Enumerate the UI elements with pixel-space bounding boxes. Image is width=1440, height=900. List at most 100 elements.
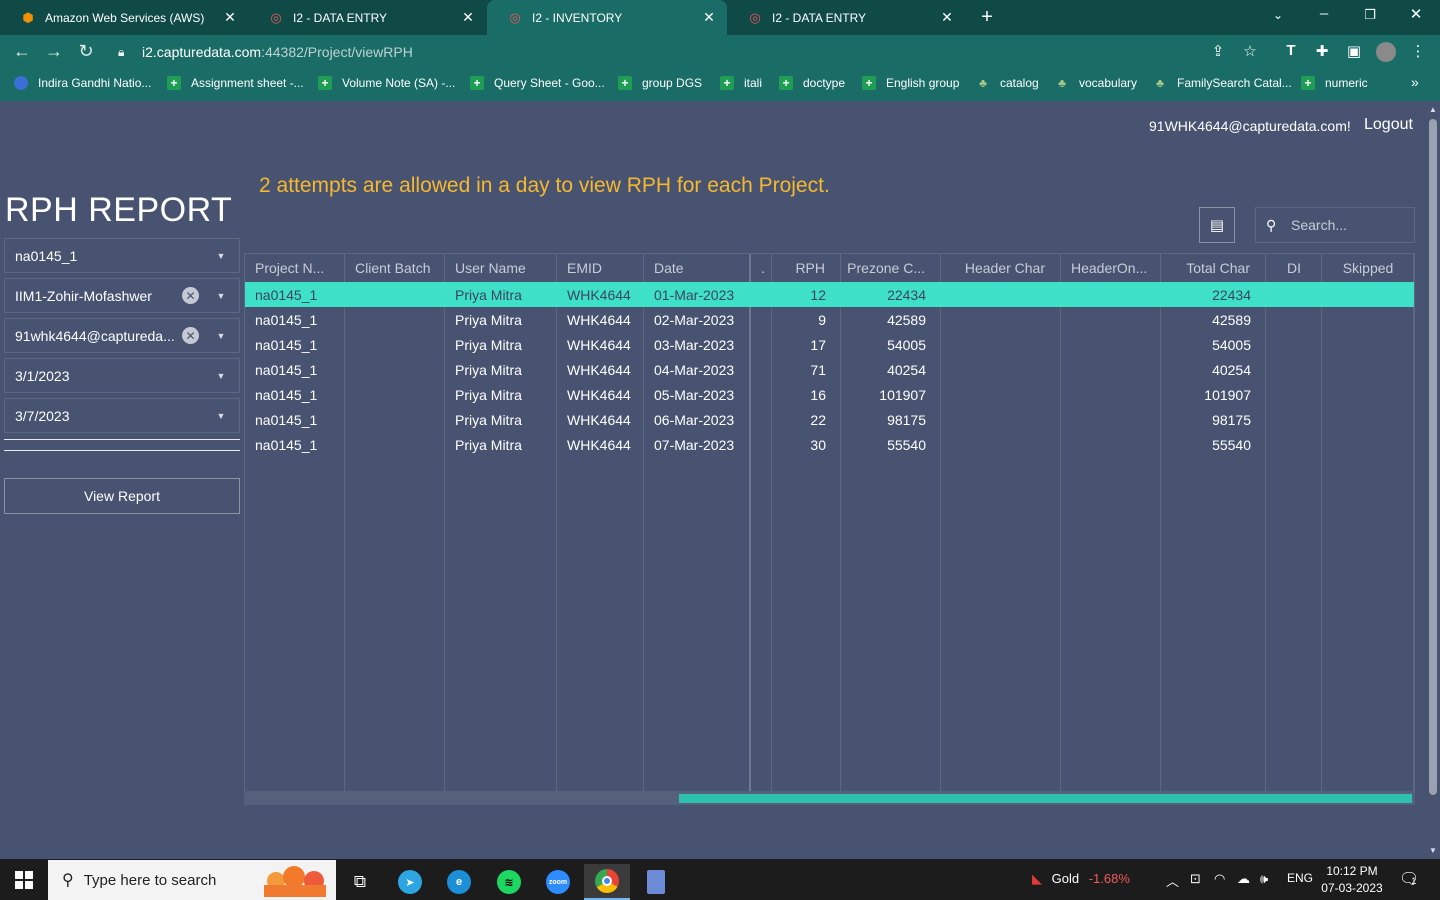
- spotify-icon[interactable]: ≋: [486, 864, 532, 900]
- onedrive-icon[interactable]: ☁: [1237, 871, 1250, 887]
- bookmark-item[interactable]: Indira Gandhi Natio...: [14, 76, 151, 90]
- sidepanel-icon[interactable]: ▣: [1344, 42, 1364, 60]
- logout-link[interactable]: Logout: [1364, 116, 1413, 134]
- clear-icon[interactable]: ✕: [182, 327, 199, 344]
- scroll-thumb[interactable]: [1429, 119, 1437, 795]
- sheets-icon: +: [167, 76, 181, 90]
- table-row[interactable]: na0145_1 Priya Mitra WHK4644 07-Mar-2023 30 5…: [245, 432, 1414, 457]
- clear-icon[interactable]: ✕: [182, 287, 199, 304]
- calculator-icon[interactable]: [633, 864, 679, 900]
- address-bar[interactable]: 🔒︎ i2.capturedata.com:44382/Project/view…: [104, 38, 1269, 66]
- zoom-icon[interactable]: zoom: [535, 864, 581, 900]
- telegram-icon[interactable]: ➤: [387, 864, 433, 900]
- to-date-picker[interactable]: 3/7/2023 ▼: [4, 398, 240, 433]
- column-header[interactable]: Project N...: [255, 254, 345, 281]
- column-header[interactable]: Skipped: [1322, 254, 1414, 281]
- menu-icon[interactable]: ⋮: [1408, 42, 1428, 60]
- notification-icon[interactable]: 🗨︎1: [1399, 869, 1419, 889]
- new-tab-icon[interactable]: +: [976, 6, 998, 29]
- column-header[interactable]: .: [761, 254, 772, 281]
- column-header[interactable]: Date: [654, 254, 751, 281]
- bookmark-star-icon[interactable]: ☆: [1240, 42, 1260, 60]
- share-icon[interactable]: ⇪: [1208, 42, 1228, 60]
- bookmark-item[interactable]: + numeric: [1301, 76, 1368, 90]
- gold-widget[interactable]: ◣ Gold -1.68%: [1032, 871, 1130, 887]
- page-title: RPH REPORT: [5, 191, 233, 229]
- search-input[interactable]: [1291, 217, 1411, 233]
- vertical-scrollbar[interactable]: ▲ ▼: [1426, 101, 1440, 859]
- table-row[interactable]: na0145_1 Priya Mitra WHK4644 05-Mar-2023 16 1…: [245, 382, 1414, 407]
- table-row[interactable]: na0145_1 Priya Mitra WHK4644 02-Mar-2023 9 42…: [245, 307, 1414, 332]
- column-header[interactable]: Header Char: [941, 254, 1045, 281]
- bookmark-item[interactable]: ♣ FamilySearch Catal...: [1153, 76, 1292, 90]
- language-indicator[interactable]: ENG: [1287, 871, 1313, 885]
- wifi-icon[interactable]: ◠: [1214, 871, 1225, 887]
- horizontal-scrollbar[interactable]: [244, 791, 1415, 805]
- close-tab-icon[interactable]: ✕: [701, 9, 717, 25]
- column-header[interactable]: Prezone C...: [841, 254, 925, 281]
- bookmark-item[interactable]: + group DGS: [618, 76, 702, 90]
- tab-data-entry-1[interactable]: ◎ I2 - DATA ENTRY ✕: [248, 0, 486, 35]
- system-clock[interactable]: 10:12 PM 07-03-2023: [1318, 863, 1386, 897]
- avatar[interactable]: [1376, 42, 1396, 66]
- translate-extension-icon[interactable]: T: [1281, 42, 1301, 59]
- chevron-up-icon[interactable]: ︿: [1166, 871, 1179, 890]
- column-header[interactable]: Client Batch: [355, 254, 445, 281]
- bookmark-item[interactable]: + itali: [720, 76, 762, 90]
- export-excel-icon[interactable]: ▤: [1199, 207, 1235, 243]
- minimize-icon[interactable]: –: [1314, 5, 1334, 22]
- search-field[interactable]: ⚲: [1255, 207, 1415, 243]
- project-value: na0145_1: [15, 247, 78, 264]
- scroll-up-icon[interactable]: ▲: [1429, 105, 1437, 114]
- bookmark-item[interactable]: + Volume Note (SA) -...: [318, 76, 455, 90]
- column-header[interactable]: Total Char: [1161, 254, 1250, 281]
- view-report-button[interactable]: View Report: [4, 478, 240, 514]
- extensions-icon[interactable]: ✚: [1312, 42, 1332, 60]
- table-cell: [355, 382, 445, 407]
- tab-aws[interactable]: ⬢ Amazon Web Services (AWS) ✕: [0, 0, 248, 35]
- edge-icon[interactable]: e: [436, 864, 482, 900]
- table-row[interactable]: na0145_1 Priya Mitra WHK4644 03-Mar-2023 17 5…: [245, 332, 1414, 357]
- meet-icon[interactable]: ⊡: [1190, 871, 1201, 887]
- project-select[interactable]: na0145_1 ▼: [4, 238, 240, 273]
- table-row[interactable]: na0145_1 Priya Mitra WHK4644 04-Mar-2023 71 4…: [245, 357, 1414, 382]
- bookmarks-overflow-button[interactable]: »: [1411, 74, 1419, 90]
- bookmark-item[interactable]: ♣ vocabulary: [1055, 76, 1137, 90]
- table-row[interactable]: na0145_1 Priya Mitra WHK4644 06-Mar-2023 22 9…: [245, 407, 1414, 432]
- volume-icon[interactable]: 🕪︎: [1260, 871, 1268, 887]
- table-row[interactable]: na0145_1 Priya Mitra WHK4644 01-Mar-2023 12 2…: [245, 282, 1414, 307]
- forward-icon[interactable]: →: [43, 41, 65, 62]
- bookmark-item[interactable]: + English group: [862, 76, 959, 90]
- scroll-down-icon[interactable]: ▼: [1429, 846, 1437, 855]
- windows-start-icon[interactable]: [15, 871, 33, 889]
- bookmark-item[interactable]: ♣ catalog: [976, 76, 1039, 90]
- close-tab-icon[interactable]: ✕: [460, 9, 476, 25]
- column-header[interactable]: RPH: [772, 254, 825, 281]
- task-view-icon[interactable]: ⧉: [337, 864, 383, 900]
- column-header[interactable]: HeaderOn...: [1071, 254, 1161, 281]
- bookmark-item[interactable]: + Assignment sheet -...: [167, 76, 304, 90]
- close-tab-icon[interactable]: ✕: [222, 9, 238, 25]
- chrome-icon[interactable]: [584, 864, 630, 900]
- close-tab-icon[interactable]: ✕: [939, 9, 955, 25]
- bookmark-item[interactable]: + doctype: [779, 76, 845, 90]
- user-select[interactable]: 91whk4644@captureda... ✕ ▼: [4, 318, 240, 353]
- column-header[interactable]: EMID: [567, 254, 644, 281]
- table-cell: Priya Mitra: [455, 436, 522, 453]
- from-date-picker[interactable]: 3/1/2023 ▼: [4, 358, 240, 393]
- table-cell: [1332, 357, 1414, 382]
- bookmark-item[interactable]: + Query Sheet - Goo...: [470, 76, 605, 90]
- tab-inventory[interactable]: ◎ I2 - INVENTORY ✕: [487, 0, 727, 35]
- scroll-thumb[interactable]: [679, 794, 1412, 803]
- restore-icon[interactable]: ❐: [1360, 7, 1380, 23]
- back-icon[interactable]: ←: [11, 41, 33, 62]
- reload-icon[interactable]: ↻: [75, 41, 97, 62]
- taskbar-search[interactable]: ⚲ Type here to search: [48, 860, 336, 900]
- tab-data-entry-2[interactable]: ◎ I2 - DATA ENTRY ✕: [727, 0, 965, 35]
- column-header[interactable]: DI: [1266, 254, 1322, 281]
- table-cell: [1332, 382, 1414, 407]
- column-header[interactable]: User Name: [455, 254, 557, 281]
- tab-search-icon[interactable]: ⌄: [1268, 8, 1288, 22]
- batch-select[interactable]: IIM1-Zohir-Mofashwer ✕ ▼: [4, 278, 240, 313]
- close-window-icon[interactable]: ✕: [1406, 5, 1426, 23]
